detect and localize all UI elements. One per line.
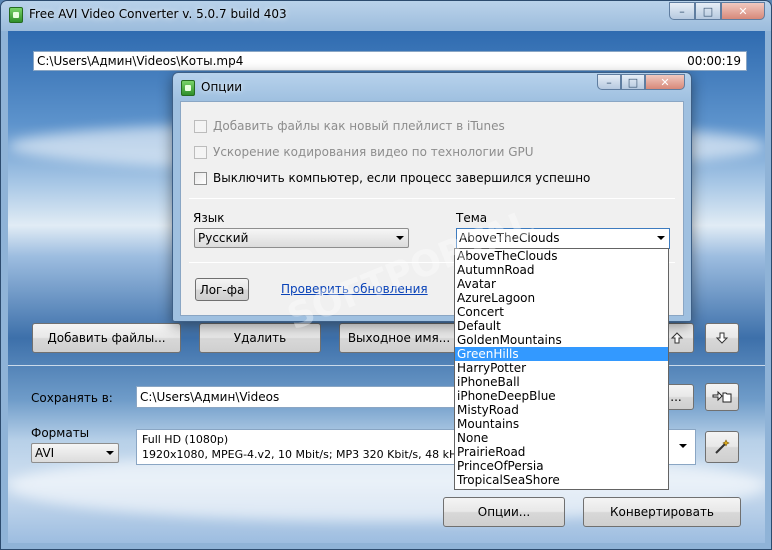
language-label: Язык	[193, 211, 225, 225]
app-icon	[9, 7, 23, 23]
move-down-button[interactable]	[705, 323, 739, 353]
convert-button[interactable]: Конвертировать	[583, 497, 741, 527]
theme-dropdown-list[interactable]: AboveTheClouds AutumnRoad Avatar AzureLa…	[454, 248, 669, 490]
magic-wand-icon	[715, 439, 730, 454]
itunes-playlist-checkbox: Добавить файлы как новый плейлист в iTun…	[194, 119, 505, 133]
theme-option[interactable]: AboveTheClouds	[455, 249, 668, 263]
theme-option[interactable]: None	[455, 431, 668, 445]
title-bar: Free AVI Video Converter v. 5.0.7 build …	[1, 1, 771, 29]
maximize-button[interactable]: □	[695, 2, 721, 20]
checkbox-box	[194, 119, 207, 133]
theme-label: Тема	[456, 211, 488, 225]
language-select[interactable]: Русский	[194, 228, 409, 248]
dialog-minimize-button[interactable]: –	[597, 74, 621, 90]
checkbox-label: Ускорение кодирования видео по технологи…	[213, 145, 534, 159]
chevron-down-icon	[106, 451, 114, 455]
theme-option[interactable]: GoldenMountains	[455, 333, 668, 347]
dialog-controls: – □ ✕	[597, 74, 685, 90]
theme-option[interactable]: Avatar	[455, 277, 668, 291]
app-icon	[181, 80, 195, 96]
chevron-down-icon	[679, 444, 687, 448]
open-folder-button[interactable]	[705, 383, 739, 411]
arrow-up-icon	[670, 332, 684, 344]
chevron-down-icon	[396, 236, 404, 240]
theme-option[interactable]: TropicalSeaShore	[455, 473, 668, 487]
file-list-row[interactable]: C:\Users\Админ\Videos\Коты.mp4 00:00:19	[33, 51, 747, 71]
preset-title: Full HD (1080p)	[142, 433, 229, 446]
dialog-close-button[interactable]: ✕	[645, 74, 685, 90]
dialog-title: Опции	[201, 80, 243, 94]
theme-select-value: AboveTheClouds	[459, 231, 560, 245]
log-button[interactable]: Лог-фа	[195, 278, 249, 301]
dialog-maximize-button[interactable]: □	[621, 74, 645, 90]
theme-option-highlighted[interactable]: GreenHills	[455, 347, 668, 361]
output-name-button[interactable]: Выходное имя...	[339, 323, 459, 353]
gpu-acceleration-checkbox: Ускорение кодирования видео по технологи…	[194, 145, 534, 159]
theme-option[interactable]: PrairieRoad	[455, 445, 668, 459]
options-button[interactable]: Опции...	[443, 497, 565, 527]
theme-option[interactable]: MistyRoad	[455, 403, 668, 417]
theme-option[interactable]: Mountains	[455, 417, 668, 431]
divider	[189, 198, 675, 199]
language-select-value: Русский	[198, 231, 249, 245]
chevron-down-icon	[657, 236, 665, 240]
arrow-down-icon	[715, 332, 729, 344]
open-folder-icon	[712, 390, 732, 403]
window-title: Free AVI Video Converter v. 5.0.7 build …	[29, 7, 287, 21]
window-controls: – □ ✕	[669, 2, 765, 20]
remove-button[interactable]: Удалить	[199, 323, 321, 353]
wizard-button[interactable]	[705, 431, 739, 463]
theme-select[interactable]: AboveTheClouds	[456, 228, 670, 249]
theme-option[interactable]: AzureLagoon	[455, 291, 668, 305]
file-path: C:\Users\Админ\Videos\Коты.mp4	[37, 54, 244, 68]
minimize-button[interactable]: –	[669, 2, 695, 20]
checkbox-label: Добавить файлы как новый плейлист в iTun…	[213, 119, 505, 133]
format-select[interactable]: AVI	[31, 443, 119, 463]
add-files-button[interactable]: Добавить файлы...	[32, 323, 181, 353]
save-path-value: C:\Users\Админ\Videos	[140, 390, 280, 404]
preset-details: 1920x1080, MPEG-4.v2, 10 Mbit/s; MP3 320…	[142, 448, 464, 461]
checkbox-label: Выключить компьютер, если процесс заверш…	[213, 171, 591, 185]
theme-option[interactable]: PrinceOfPersia	[455, 459, 668, 473]
shutdown-checkbox[interactable]: Выключить компьютер, если процесс заверш…	[194, 171, 590, 185]
close-button[interactable]: ✕	[721, 2, 765, 20]
theme-option[interactable]: iPhoneBall	[455, 375, 668, 389]
format-select-value: AVI	[35, 446, 55, 460]
checkbox-box	[194, 145, 207, 159]
file-duration: 00:00:19	[687, 54, 741, 68]
theme-option[interactable]: AutumnRoad	[455, 263, 668, 277]
theme-option[interactable]: Default	[455, 319, 668, 333]
formats-label: Форматы	[31, 426, 90, 440]
theme-option[interactable]: Concert	[455, 305, 668, 319]
theme-option[interactable]: HarryPotter	[455, 361, 668, 375]
theme-option[interactable]: iPhoneDeepBlue	[455, 389, 668, 403]
check-updates-link[interactable]: Проверить обновления	[281, 282, 428, 296]
save-to-label: Сохранять в:	[31, 391, 113, 405]
checkbox-box[interactable]	[194, 171, 207, 185]
